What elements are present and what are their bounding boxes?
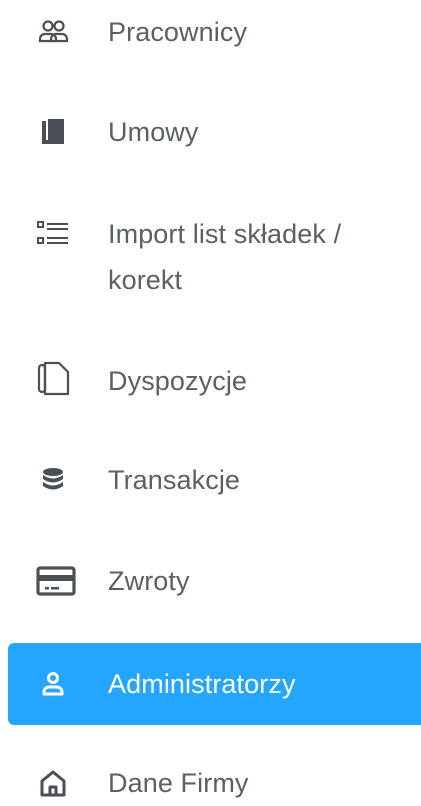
database-icon (36, 463, 70, 497)
sidebar-item-pracownicy[interactable]: Pracownicy (0, 9, 421, 55)
sidebar-item-label: Zwroty (108, 566, 190, 596)
list-icon (36, 217, 70, 251)
users-icon (36, 15, 70, 49)
sidebar-item-label: Import list składek / korekt (108, 219, 342, 295)
sidebar-item-umowy[interactable]: Umowy (0, 109, 421, 155)
sidebar-nav: Pracownicy Umowy Import list składek / k… (0, 0, 421, 798)
credit-card-icon (36, 564, 76, 598)
document-icon (36, 361, 70, 396)
home-icon (36, 766, 70, 800)
sidebar-item-label: Dane Firmy (108, 768, 249, 798)
sidebar-item-administratorzy[interactable]: Administratorzy (8, 643, 421, 725)
sidebar-item-label: Umowy (108, 117, 199, 147)
sidebar-item-zwroty[interactable]: Zwroty (0, 558, 421, 604)
sidebar-item-label: Administratorzy (108, 669, 296, 699)
sidebar-item-dyspozycje[interactable]: Dyspozycje (0, 358, 421, 404)
contracts-icon (36, 115, 70, 149)
user-icon (36, 667, 70, 701)
sidebar-item-label: Dyspozycje (108, 366, 248, 396)
sidebar-item-dane-firmy[interactable]: Dane Firmy (0, 760, 421, 806)
sidebar-item-label: Transakcje (108, 465, 241, 495)
sidebar-item-label: Pracownicy (108, 17, 248, 47)
sidebar-item-import[interactable]: Import list składek / korekt (0, 211, 421, 303)
sidebar-item-transakcje[interactable]: Transakcje (0, 457, 421, 503)
